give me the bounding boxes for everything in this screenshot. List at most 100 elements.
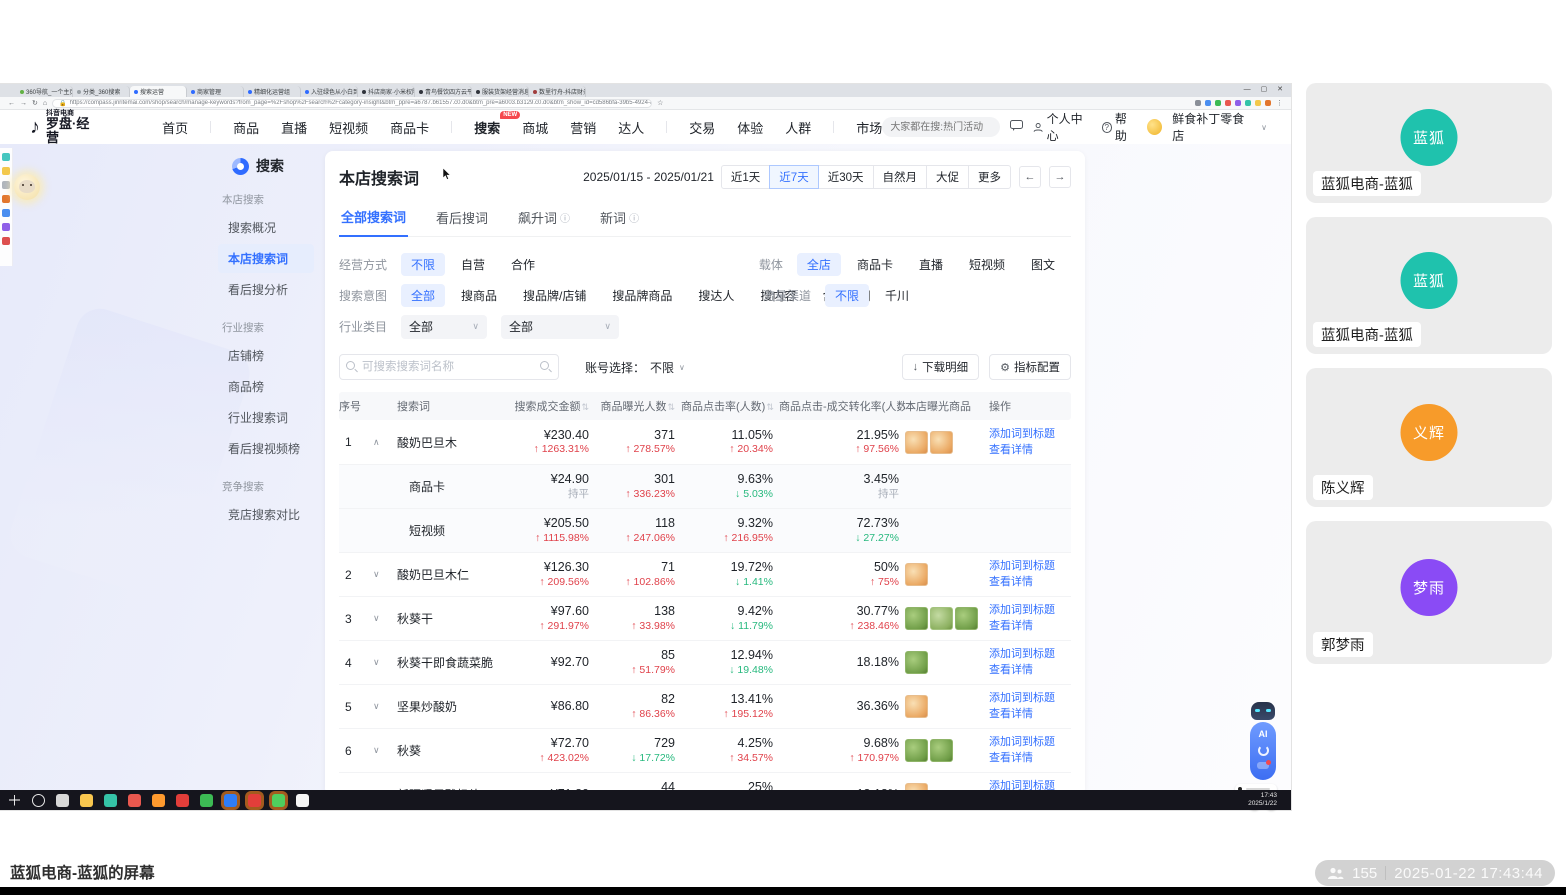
tab-飙升词[interactable]: 飙升词 ⓘ [516,201,572,236]
nav-item-商城[interactable]: 商城 [522,118,548,137]
date-button-近1天[interactable]: 近1天 [720,165,771,189]
date-button-近7天[interactable]: 近7天 [769,165,819,189]
sidebar-item-竞店搜索对比[interactable]: 竞店搜索对比 [218,500,314,529]
product-thumbnail[interactable] [930,739,953,762]
extension-icon[interactable] [1205,100,1211,106]
sidebar-item-看后搜视频榜[interactable]: 看后搜视频榜 [218,434,314,463]
shop-name[interactable]: 鲜食补丁零食店 [1172,110,1251,144]
browser-tab[interactable]: 数里行舟-抖店财务 [529,86,586,97]
file-explorer[interactable] [80,793,93,807]
action-link-查看详情[interactable]: 查看详情 [989,708,1071,721]
nav-item-体验[interactable]: 体验 [737,118,763,137]
filter-option-千川[interactable]: 千川 [875,284,919,307]
forward-icon[interactable]: → [20,100,27,107]
filter-option-搜品牌商品[interactable]: 搜品牌商品 [602,284,682,307]
sort-icon[interactable]: ⇅ [667,402,675,412]
window-controls[interactable]: — ▢ ✕ [1244,85,1287,93]
wechat[interactable] [272,793,285,807]
participant-tile[interactable]: 梦雨 郭梦雨 [1306,521,1552,664]
filter-option-全部[interactable]: 全部 [401,284,446,307]
tab-全部搜索词[interactable]: 全部搜索词 [339,201,409,237]
browser-tab[interactable]: 搜索运营 [130,86,187,97]
dock-app-icon[interactable] [2,223,10,231]
prev-period-button[interactable]: ← [1019,166,1041,188]
product-thumbnail[interactable] [905,607,928,630]
action-link-查看详情[interactable]: 查看详情 [989,752,1071,765]
expand-caret-icon[interactable]: ∨ [373,701,397,712]
nav-item-交易[interactable]: 交易 [689,118,715,137]
dock-app-icon[interactable] [2,195,10,203]
column-header[interactable]: 商品曝光人数⇅ [595,398,681,414]
wps[interactable] [176,793,189,807]
product-thumbnail[interactable] [905,563,928,586]
product-thumbnail[interactable] [905,783,928,790]
product-thumbnail[interactable] [905,651,928,674]
extension-icon[interactable] [1265,100,1271,106]
tab-新词[interactable]: 新词 ⓘ [598,201,641,236]
nav-item-市场[interactable]: 市场 [856,118,882,137]
sidebar-item-店铺榜[interactable]: 店铺榜 [218,341,314,370]
url-bar[interactable]: 🔒 https://compass.jinritemai.com/shop/se… [52,98,653,108]
nav-item-达人[interactable]: 达人 [618,118,644,137]
action-link-添加词到标题[interactable]: 添加词到标题 [989,560,1071,573]
back-icon[interactable]: ← [8,100,15,107]
filter-option-直播[interactable]: 直播 [909,253,953,276]
bookmark-star-icon[interactable]: ☆ [657,99,663,107]
product-thumbnail[interactable] [905,739,928,762]
start-button[interactable] [8,794,21,807]
personal-center-link[interactable]: 个人中心 [1033,110,1091,144]
nav-item-首页[interactable]: 首页 [162,118,188,137]
extension-icon[interactable] [1225,100,1231,106]
expand-caret-icon[interactable]: ∨ [373,745,397,756]
date-button-自然月[interactable]: 自然月 [872,165,927,189]
product-thumbnail[interactable] [905,695,928,718]
action-link-添加词到标题[interactable]: 添加词到标题 [989,692,1071,705]
category-select[interactable]: 全部 ∨ [401,314,488,339]
product-thumbnail[interactable] [955,607,978,630]
filter-option-短视频[interactable]: 短视频 [959,253,1015,276]
sidebar-item-搜索概况[interactable]: 搜索概况 [218,213,314,242]
sidebar-item-本店搜索词[interactable]: 本店搜索词 [218,244,314,273]
browser-tab[interactable]: 精细化运营组 [244,86,301,97]
reload-icon[interactable]: ↻ [32,99,38,107]
pet-mascot[interactable] [14,174,40,200]
browser-tab[interactable]: 分类_360搜索 [73,86,130,97]
date-button-近30天[interactable]: 近30天 [817,165,874,189]
browser-tab[interactable]: 商家管理 [187,86,244,97]
dock-app-icon[interactable] [2,167,10,175]
filter-option-不限[interactable]: 不限 [401,253,446,276]
extension-icon[interactable] [1255,100,1261,106]
keyword-search-input[interactable] [339,354,559,380]
wps-2[interactable] [248,793,261,807]
extension-icon[interactable] [1235,100,1241,106]
search-submit-icon[interactable] [540,361,549,370]
filter-option-搜商品[interactable]: 搜商品 [451,284,507,307]
app-logo[interactable]: ♪ 抖音电商 罗盘·经营 [30,110,100,145]
dock-app-icon[interactable] [2,209,10,217]
filter-option-搜品牌/店铺[interactable]: 搜品牌/店铺 [513,284,596,307]
sidebar-item-商品榜[interactable]: 商品榜 [218,372,314,401]
filter-option-商品卡[interactable]: 商品卡 [847,253,903,276]
nav-item-短视频[interactable]: 短视频 [329,118,368,137]
global-search-input[interactable] [882,117,1001,137]
task-view-button[interactable] [56,793,69,807]
nav-item-人群[interactable]: 人群 [785,118,811,137]
action-link-查看详情[interactable]: 查看详情 [989,576,1071,589]
expand-caret-icon[interactable]: ∨ [373,613,397,624]
expand-caret-icon[interactable]: ∧ [373,437,397,448]
download-details-button[interactable]: ↓ 下载明细 [901,354,980,380]
filter-option-图文[interactable]: 图文 [1021,253,1065,276]
date-range-text[interactable]: 2025/01/15 - 2025/01/21 [583,170,714,184]
action-link-查看详情[interactable]: 查看详情 [989,664,1071,677]
help-link[interactable]: ? 帮助 [1101,110,1138,144]
sidebar-item-行业搜索词[interactable]: 行业搜索词 [218,403,314,432]
sort-icon[interactable]: ⇅ [766,402,774,412]
dock-app-icon[interactable] [2,153,10,161]
filter-option-不限[interactable]: 不限 [825,284,870,307]
next-period-button[interactable]: → [1049,166,1071,188]
app-white[interactable] [296,793,309,807]
browser-tab[interactable]: 青鸟餐饮四方云平台 [415,86,472,97]
expand-caret-icon[interactable]: ∨ [373,569,397,580]
filter-option-全店[interactable]: 全店 [796,253,841,276]
ai-pill[interactable]: AI [1250,722,1276,780]
